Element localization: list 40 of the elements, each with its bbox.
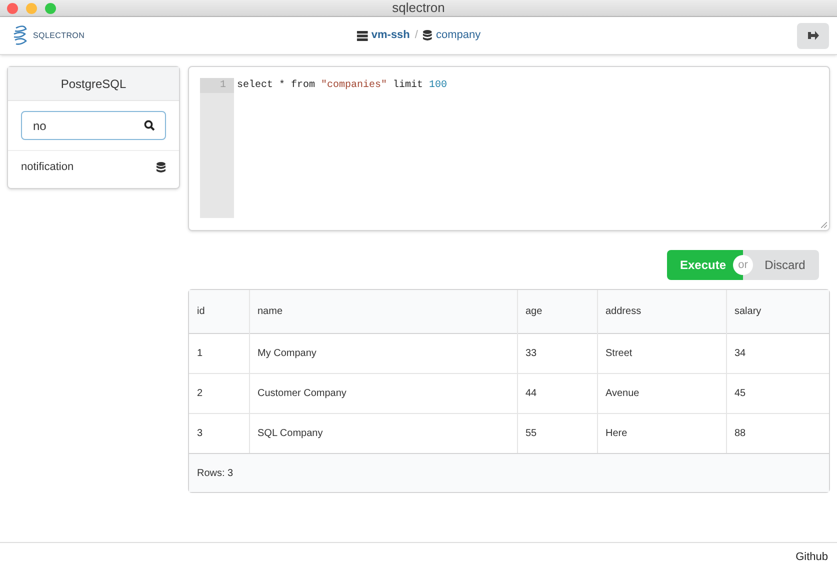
column-header[interactable]: age bbox=[517, 290, 597, 333]
database-icon bbox=[422, 30, 432, 41]
table-cell: 3 bbox=[189, 413, 249, 453]
line-number: 1 bbox=[200, 78, 234, 93]
column-header[interactable]: address bbox=[597, 290, 726, 333]
column-header[interactable]: salary bbox=[726, 290, 829, 333]
table-cell: 45 bbox=[726, 373, 829, 413]
sidebar-title: PostgreSQL bbox=[8, 67, 179, 101]
column-header[interactable]: name bbox=[249, 290, 517, 333]
table-cell: My Company bbox=[249, 333, 517, 373]
table-cell: Customer Company bbox=[249, 373, 517, 413]
row-count: Rows: 3 bbox=[189, 453, 829, 492]
code-line: select * from "companies" limit 100 bbox=[237, 78, 448, 93]
table-cell: 44 bbox=[517, 373, 597, 413]
search-icon bbox=[144, 120, 155, 131]
database-link[interactable]: company bbox=[436, 27, 481, 44]
logo-icon bbox=[12, 24, 30, 46]
table-cell: 33 bbox=[517, 333, 597, 373]
table-cell: Avenue bbox=[597, 373, 726, 413]
table-cell: Street bbox=[597, 333, 726, 373]
server-link[interactable]: vm-ssh bbox=[371, 27, 410, 44]
column-header[interactable]: id bbox=[189, 290, 249, 333]
database-icon bbox=[156, 162, 166, 173]
zoom-button[interactable] bbox=[45, 2, 56, 14]
disconnect-button[interactable] bbox=[797, 22, 829, 48]
server-icon bbox=[356, 30, 368, 40]
minimize-button[interactable] bbox=[26, 2, 37, 14]
window-title: sqlectron bbox=[392, 0, 445, 18]
table-cell: 2 bbox=[189, 373, 249, 413]
table-cell: 1 bbox=[189, 333, 249, 373]
github-link[interactable]: Github bbox=[796, 548, 828, 566]
breadcrumb-separator: / bbox=[414, 28, 418, 44]
search-field[interactable]: no bbox=[21, 111, 166, 140]
table-item[interactable]: notification bbox=[21, 159, 74, 176]
query-editor[interactable]: 1 select * from "companies" limit 100 bbox=[188, 66, 830, 231]
logo-text: SQLECTRON bbox=[33, 30, 85, 42]
resize-handle-icon[interactable] bbox=[821, 222, 827, 228]
close-button[interactable] bbox=[7, 2, 18, 14]
table-cell: 34 bbox=[726, 333, 829, 373]
sign-out-icon bbox=[808, 31, 818, 40]
